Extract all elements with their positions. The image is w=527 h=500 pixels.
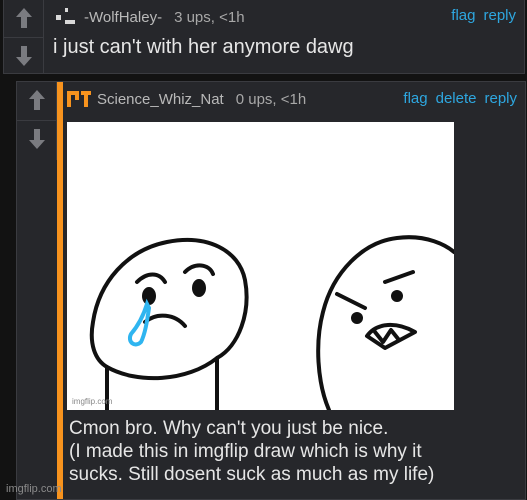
user-avatar-icon[interactable] bbox=[67, 89, 91, 109]
reply-link[interactable]: reply bbox=[483, 7, 516, 24]
comment-image[interactable]: imgflip.com bbox=[67, 122, 456, 412]
comment-score: 0 ups, <1h bbox=[235, 90, 307, 108]
drawing-illustration bbox=[89, 235, 456, 412]
downvote-button[interactable] bbox=[4, 38, 44, 74]
vote-column bbox=[4, 0, 44, 73]
comment-actions: flag delete reply bbox=[403, 90, 517, 107]
downvote-arrow-icon bbox=[16, 46, 32, 66]
comment-meta: Science_Whiz_Nat 0 ups, <1h bbox=[67, 89, 306, 109]
caption-line: sucks. Still dosent suck as much as my l… bbox=[69, 464, 435, 485]
comment-body: Cmon bro. Why can't you just be nice. (I… bbox=[69, 417, 469, 486]
comment-wolfhaley: -WolfHaley- 3 ups, <1h flag reply i just… bbox=[3, 0, 525, 74]
downvote-arrow-icon bbox=[29, 129, 45, 149]
comment-science-whiz-nat: Science_Whiz_Nat 0 ups, <1h flag delete … bbox=[16, 81, 526, 500]
downvote-button[interactable] bbox=[17, 121, 57, 157]
delete-link[interactable]: delete bbox=[436, 90, 477, 107]
comment-body: i just can't with her anymore dawg bbox=[53, 36, 354, 58]
tear-icon bbox=[128, 298, 152, 347]
own-comment-indicator bbox=[57, 82, 63, 499]
comment-meta: -WolfHaley- 3 ups, <1h bbox=[54, 7, 245, 27]
comment-thread: -WolfHaley- 3 ups, <1h flag reply i just… bbox=[0, 0, 527, 500]
vote-column bbox=[17, 82, 57, 160]
comment-username[interactable]: Science_Whiz_Nat bbox=[97, 91, 224, 108]
flag-link[interactable]: flag bbox=[403, 90, 427, 107]
upvote-button[interactable] bbox=[4, 0, 44, 36]
flag-link[interactable]: flag bbox=[451, 7, 475, 24]
upvote-arrow-icon bbox=[16, 8, 32, 28]
user-avatar-icon[interactable] bbox=[54, 7, 78, 27]
caption-line: Cmon bro. Why can't you just be nice. bbox=[69, 418, 389, 439]
reply-link[interactable]: reply bbox=[484, 90, 517, 107]
comment-actions: flag reply bbox=[451, 7, 516, 24]
comment-score: 3 ups, <1h bbox=[174, 8, 245, 26]
upvote-arrow-icon bbox=[29, 90, 45, 110]
upvote-button[interactable] bbox=[17, 82, 57, 118]
comment-username[interactable]: -WolfHaley- bbox=[84, 9, 162, 26]
site-watermark: imgflip.com bbox=[6, 483, 62, 495]
image-watermark: imgflip.com bbox=[72, 397, 113, 406]
caption-line: (I made this in imgflip draw which is wh… bbox=[69, 441, 422, 462]
